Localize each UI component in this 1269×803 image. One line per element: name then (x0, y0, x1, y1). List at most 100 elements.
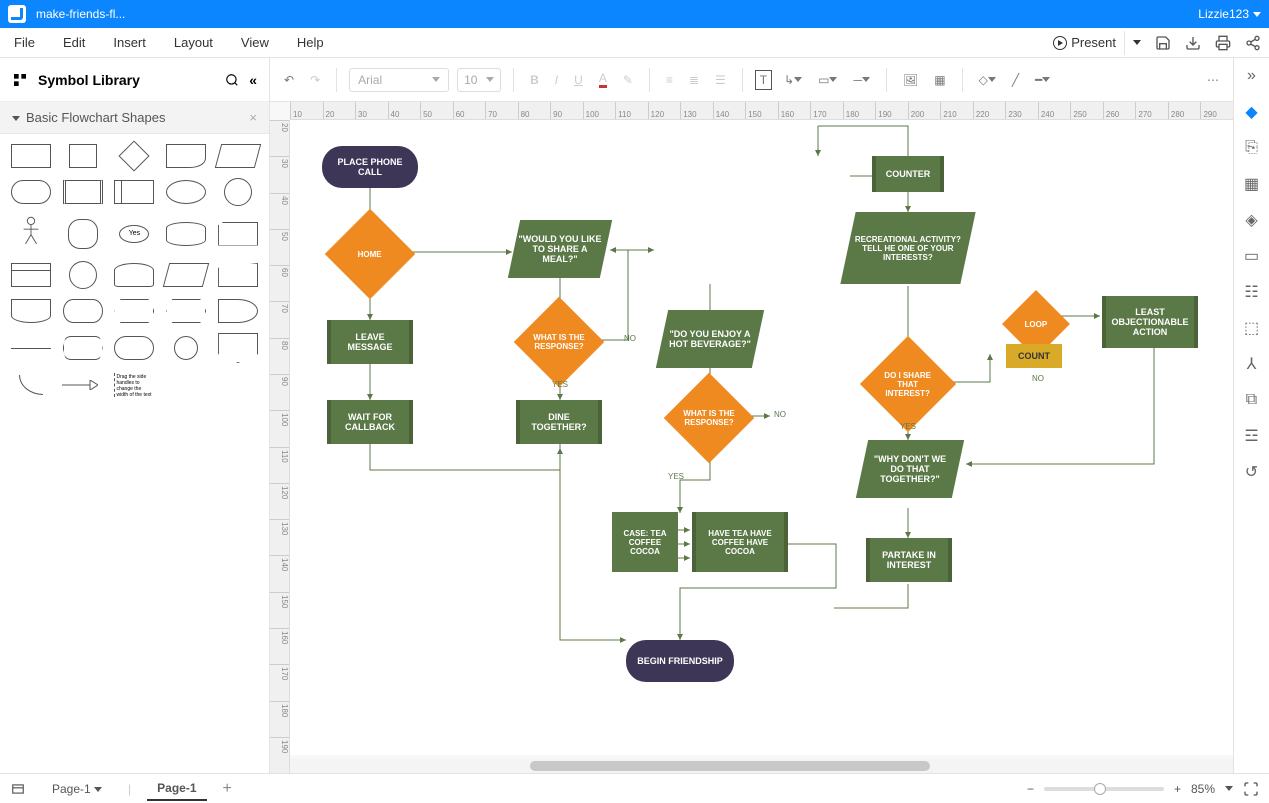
sitemap-icon[interactable]: ⅄ (1242, 354, 1262, 374)
shape-rectangle[interactable] (11, 144, 51, 168)
node-dine[interactable]: DINE TOGETHER? (516, 400, 602, 444)
shape-predefined[interactable] (63, 180, 103, 204)
font-select[interactable]: Arial (349, 68, 449, 92)
add-page-button[interactable]: + (223, 780, 232, 798)
list-button[interactable]: ☰ (711, 69, 730, 91)
menu-view[interactable]: View (241, 35, 269, 50)
shape-terminator[interactable] (11, 180, 51, 204)
copy-icon[interactable]: ⧉ (1242, 390, 1262, 410)
data-icon[interactable]: ☷ (1242, 282, 1262, 302)
save-icon[interactable] (1155, 35, 1171, 51)
underline-button[interactable]: U (570, 69, 587, 91)
shape-input[interactable] (163, 263, 209, 287)
close-icon[interactable]: × (249, 110, 257, 125)
download-icon[interactable] (1185, 35, 1201, 51)
user-menu[interactable]: Lizzie123 (1198, 7, 1261, 21)
line-style-button[interactable]: ─ (849, 69, 874, 91)
shapes-section-header[interactable]: Basic Flowchart Shapes × (0, 102, 269, 134)
shape-parallelogram[interactable] (215, 144, 261, 168)
zoom-value[interactable]: 85% (1191, 782, 1215, 796)
more-button[interactable]: ⋯ (1203, 69, 1223, 91)
node-response-1[interactable]: WHAT IS THE RESPONSE? (514, 297, 605, 388)
shape-display[interactable] (218, 299, 258, 323)
fill-button[interactable]: ◇ (975, 69, 1000, 91)
export-icon[interactable]: ⎘ (1242, 138, 1262, 158)
menu-edit[interactable]: Edit (63, 35, 85, 50)
horizontal-scrollbar[interactable] (290, 759, 1233, 773)
node-counter[interactable]: COUNTER (872, 156, 944, 192)
collapse-icon[interactable]: « (249, 72, 257, 88)
shape-pentagon[interactable] (218, 333, 258, 363)
node-have[interactable]: HAVE TEA HAVE COFFEE HAVE COCOA (692, 512, 788, 572)
node-share-meal[interactable]: "WOULD YOU LIKE TO SHARE A MEAL?" (508, 220, 612, 278)
font-size-select[interactable]: 10 (457, 68, 501, 92)
expand-panel-icon[interactable]: » (1242, 66, 1262, 86)
shape-diamond[interactable] (119, 140, 150, 171)
node-wait-callback[interactable]: WAIT FOR CALLBACK (327, 400, 413, 444)
search-icon[interactable] (225, 73, 239, 87)
shape-line[interactable] (11, 348, 51, 349)
italic-button[interactable]: I (551, 69, 562, 91)
shape-square[interactable] (69, 144, 97, 168)
node-case[interactable]: CASE: TEA COFFEE COCOA (612, 512, 678, 572)
share-icon[interactable] (1245, 35, 1261, 51)
shape-ellipse[interactable] (166, 180, 206, 204)
shape-blob[interactable] (68, 219, 98, 249)
shape-hexagon[interactable] (114, 299, 154, 323)
shape-cylinder[interactable] (114, 263, 154, 287)
node-share-interest[interactable]: DO I SHARE THAT INTEREST? (860, 336, 956, 432)
font-color-button[interactable]: A (595, 67, 611, 92)
node-least-action[interactable]: LEAST OBJECTIONABLE ACTION (1102, 296, 1198, 348)
shape-circle[interactable] (224, 178, 252, 206)
canvas[interactable]: PLACE PHONE CALL HOME LEAVE MESSAGE WAIT… (290, 120, 1233, 755)
highlight-button[interactable]: ✎ (619, 69, 637, 91)
shape-manual[interactable] (218, 263, 258, 287)
node-begin-friendship[interactable]: BEGIN FRIENDSHIP (626, 640, 734, 682)
text-tool-button[interactable]: T (755, 70, 772, 90)
image-button[interactable]: 🖼 (899, 69, 922, 91)
shape-card[interactable] (218, 222, 258, 246)
shape-wave[interactable] (63, 299, 103, 323)
print-icon[interactable] (1215, 35, 1231, 51)
grid-icon[interactable]: ▦ (1242, 174, 1262, 194)
shape-arrow[interactable] (62, 373, 104, 397)
pages-icon[interactable] (10, 782, 26, 796)
zoom-in-button[interactable]: + (1174, 782, 1181, 796)
node-hot-beverage[interactable]: "DO YOU ENJOY A HOT BEVERAGE?" (656, 310, 764, 368)
present-button[interactable]: Present (1053, 31, 1141, 55)
node-response-2[interactable]: WHAT IS THE RESPONSE? (664, 373, 755, 464)
bold-button[interactable]: B (526, 69, 543, 91)
slideshow-icon[interactable]: ▭ (1242, 246, 1262, 266)
tasks-icon[interactable]: ☲ (1242, 426, 1262, 446)
fullscreen-icon[interactable] (1243, 781, 1259, 797)
shape-internal-storage[interactable] (114, 180, 154, 204)
line-end-button[interactable]: ━ (1031, 69, 1054, 91)
shape-pill[interactable] (114, 336, 154, 360)
shape-connector[interactable] (69, 261, 97, 289)
shape-document[interactable] (166, 144, 206, 168)
picture-icon[interactable]: ⬚ (1242, 318, 1262, 338)
shape-off-page[interactable] (174, 336, 198, 360)
node-recreational[interactable]: RECREATIONAL ACTIVITY? TELL HE ONE OF YO… (840, 212, 975, 284)
page-tab[interactable]: Page-1 (147, 777, 206, 801)
node-why-not[interactable]: "WHY DON'T WE DO THAT TOGETHER?" (856, 440, 964, 498)
redo-button[interactable]: ↷ (306, 69, 324, 91)
layers-icon[interactable]: ◈ (1242, 210, 1262, 230)
shape-tape[interactable] (11, 299, 51, 323)
node-place-call[interactable]: PLACE PHONE CALL (322, 146, 418, 188)
shape-stadium[interactable] (63, 336, 103, 360)
connector-button[interactable]: ↳ (780, 69, 806, 91)
theme-icon[interactable]: ◆ (1242, 102, 1262, 122)
shape-arc[interactable] (19, 375, 43, 395)
shape-outline-button[interactable]: ▭ (814, 69, 841, 91)
node-count[interactable]: COUNT (1006, 344, 1062, 368)
align-v-button[interactable]: ≣ (685, 69, 703, 91)
shape-actor[interactable] (10, 216, 52, 251)
node-home[interactable]: HOME (325, 209, 416, 300)
menu-insert[interactable]: Insert (113, 35, 146, 50)
history-icon[interactable]: ↺ (1242, 462, 1262, 482)
shape-annotation[interactable]: Drag the side handles to change the widt… (114, 373, 154, 397)
undo-button[interactable]: ↶ (280, 69, 298, 91)
node-leave-message[interactable]: LEAVE MESSAGE (327, 320, 413, 364)
shape-oval-small[interactable]: Yes (119, 225, 149, 243)
